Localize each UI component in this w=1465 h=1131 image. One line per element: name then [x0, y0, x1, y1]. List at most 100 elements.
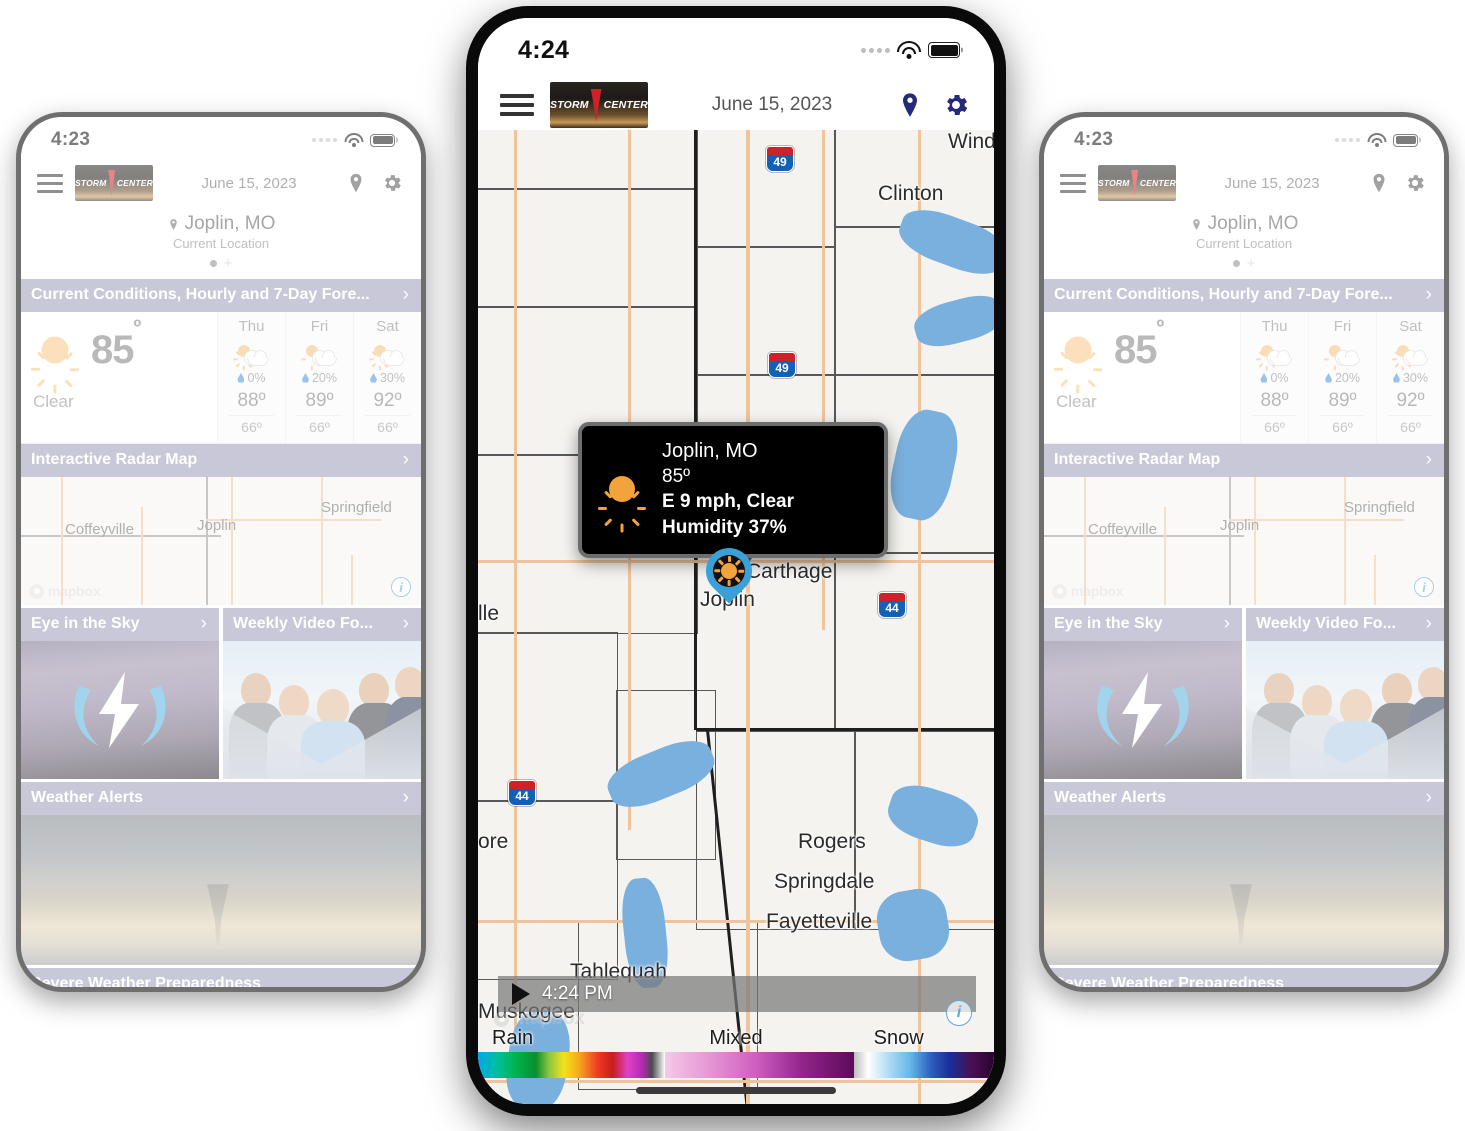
section-header-radar-map[interactable]: Interactive Radar Map ›: [21, 444, 421, 477]
play-icon[interactable]: [512, 983, 530, 1005]
chevron-right-icon: ›: [200, 613, 207, 634]
map-label-carthage: Carthage: [746, 560, 833, 583]
water-drop-icon: [369, 373, 377, 383]
current-conditions-panel[interactable]: 85º Clear Thu 0% 88º 66º Fri 20% 89º 66º…: [21, 312, 421, 444]
section-header-eye-in-sky[interactable]: Eye in the Sky ›: [1044, 608, 1242, 641]
sun-cloud-icon: [228, 338, 276, 370]
gear-icon[interactable]: [942, 91, 970, 119]
chevron-right-icon: ›: [402, 284, 409, 305]
forecast-day[interactable]: Thu 0% 88º 66º: [217, 312, 285, 443]
add-location-icon[interactable]: +: [1247, 256, 1256, 271]
gear-icon[interactable]: [381, 172, 403, 194]
section-header-weather-alerts[interactable]: Weather Alerts ›: [1044, 782, 1444, 815]
forecast-day[interactable]: Fri 20% 89º 66º: [1308, 312, 1376, 443]
map-label: Joplin: [1220, 517, 1260, 534]
section-label: Interactive Radar Map: [31, 451, 198, 468]
location-row[interactable]: Joplin, MO Current Location +: [21, 211, 421, 279]
section-header-current-conditions[interactable]: Current Conditions, Hourly and 7-Day For…: [1044, 279, 1444, 312]
forecast-day-name: Thu: [238, 318, 265, 335]
location-pin-icon[interactable]: [1368, 172, 1390, 194]
section-label: Eye in the Sky: [1054, 615, 1163, 632]
tile-weekly-video-forecast[interactable]: Weekly Video Fo... ›: [1246, 608, 1444, 779]
mapbox-logo-icon: [494, 1011, 509, 1027]
weather-popup[interactable]: Joplin, MO 85º E 9 mph, Clear Humidity 3…: [578, 422, 888, 558]
location-city-row: Joplin, MO: [21, 213, 421, 235]
location-city-row: Joplin, MO: [1044, 213, 1444, 235]
highway-shield-i44: 44: [878, 592, 906, 618]
precip-value: 20%: [311, 371, 338, 385]
screenshot-stage: 4:23 STORM CENTER June 15, 2023 Joplin, …: [0, 0, 1465, 1131]
logo-word-left: STORM: [1098, 178, 1130, 188]
precip-value: 30%: [1402, 371, 1429, 385]
add-location-icon[interactable]: +: [224, 256, 233, 271]
section-header-eye-in-sky[interactable]: Eye in the Sky ›: [21, 608, 219, 641]
phone-center: 4:24 STORM CENTER June 15, 2023 49 49 44…: [466, 6, 1006, 1116]
location-city: Joplin, MO: [184, 213, 276, 234]
precip-probability: 0%: [237, 371, 266, 385]
info-icon: i: [1422, 579, 1426, 595]
section-header-weekly-video[interactable]: Weekly Video Fo... ›: [223, 608, 421, 641]
storm-center-logo[interactable]: STORM CENTER: [1098, 165, 1176, 201]
status-icons: [312, 133, 395, 147]
page-dot-active[interactable]: [1232, 260, 1240, 267]
wifi-icon: [344, 133, 363, 147]
tile-weekly-video-forecast[interactable]: Weekly Video Fo... ›: [223, 608, 421, 779]
forecast-day[interactable]: Thu 0% 88º 66º: [1240, 312, 1308, 443]
map-info-button[interactable]: i: [946, 1000, 972, 1026]
hamburger-menu-icon[interactable]: [1060, 173, 1086, 193]
phone-right-screen: 4:23 STORM CENTER June 15, 2023 Joplin, …: [1044, 117, 1444, 987]
storm-center-logo[interactable]: STORM CENTER: [550, 82, 648, 128]
radar-playback-bar[interactable]: 4:24 PM: [498, 976, 976, 1012]
section-header-weather-alerts[interactable]: Weather Alerts ›: [21, 782, 421, 815]
wifi-icon: [1367, 133, 1386, 147]
current-conditions-panel[interactable]: 85º Clear Thu 0% 88º 66º Fri 20% 89º 66º…: [1044, 312, 1444, 444]
precip-value: 0%: [1270, 371, 1289, 385]
map-info-button[interactable]: i: [391, 577, 411, 597]
map-location-marker[interactable]: [696, 538, 762, 606]
header-actions: [896, 91, 970, 119]
section-header-preparedness[interactable]: Severe Weather Preparedness ›: [21, 968, 421, 987]
logo-word-right: CENTER: [1139, 178, 1176, 188]
location-pin-icon[interactable]: [896, 91, 924, 119]
section-header-preparedness[interactable]: Severe Weather Preparedness ›: [1044, 968, 1444, 987]
forecast-day[interactable]: Sat 30% 92º 66º: [353, 312, 421, 443]
tornado-icon: [590, 88, 602, 122]
weather-alerts-thumbnail[interactable]: [21, 815, 421, 965]
storm-center-logo[interactable]: STORM CENTER: [75, 165, 153, 201]
page-dot-active[interactable]: [209, 260, 217, 267]
forecast-day[interactable]: Fri 20% 89º 66º: [285, 312, 353, 443]
map-info-button[interactable]: i: [1414, 577, 1434, 597]
precip-probability: 30%: [1392, 371, 1429, 385]
section-header-weekly-video[interactable]: Weekly Video Fo... ›: [1246, 608, 1444, 641]
weekly-video-thumbnail: [223, 641, 421, 779]
section-label: Severe Weather Preparedness: [31, 975, 262, 987]
hamburger-menu-icon[interactable]: [500, 94, 534, 116]
header-date: June 15, 2023: [711, 94, 833, 115]
tornado-icon: [108, 170, 116, 196]
gear-icon[interactable]: [1404, 172, 1426, 194]
interactive-radar-map[interactable]: 49 49 44 44 Wind Clinton Carthage Joplin…: [478, 130, 994, 1104]
hamburger-menu-icon[interactable]: [37, 173, 63, 193]
location-row[interactable]: Joplin, MO Current Location +: [1044, 211, 1444, 279]
location-pin-icon[interactable]: [345, 172, 367, 194]
popup-humidity: Humidity 37%: [662, 516, 787, 538]
sun-icon: [594, 461, 650, 533]
mini-radar-map[interactable]: Coffeyville Joplin Springfield mapbox i: [1044, 477, 1444, 605]
forecast-day-name: Sat: [376, 318, 399, 335]
sun-cloud-icon: [1387, 338, 1435, 370]
page-dots[interactable]: +: [21, 256, 421, 271]
forecast-day[interactable]: Sat 30% 92º 66º: [1376, 312, 1444, 443]
weather-alerts-thumbnail[interactable]: [1044, 815, 1444, 965]
tornado-icon: [1131, 170, 1139, 196]
current-temp-value: 85: [91, 327, 134, 372]
map-label-partial-ville: lle: [478, 602, 500, 625]
tile-eye-in-the-sky[interactable]: Eye in the Sky ›: [1044, 608, 1242, 779]
mini-radar-map[interactable]: Coffeyville Joplin Springfield mapbox i: [21, 477, 421, 605]
section-header-current-conditions[interactable]: Current Conditions, Hourly and 7-Day For…: [21, 279, 421, 312]
precip-value: 30%: [379, 371, 406, 385]
chevron-right-icon: ›: [1425, 973, 1432, 987]
tile-eye-in-the-sky[interactable]: Eye in the Sky ›: [21, 608, 219, 779]
map-label: Coffeyville: [1088, 521, 1157, 538]
page-dots[interactable]: +: [1044, 256, 1444, 271]
section-header-radar-map[interactable]: Interactive Radar Map ›: [1044, 444, 1444, 477]
